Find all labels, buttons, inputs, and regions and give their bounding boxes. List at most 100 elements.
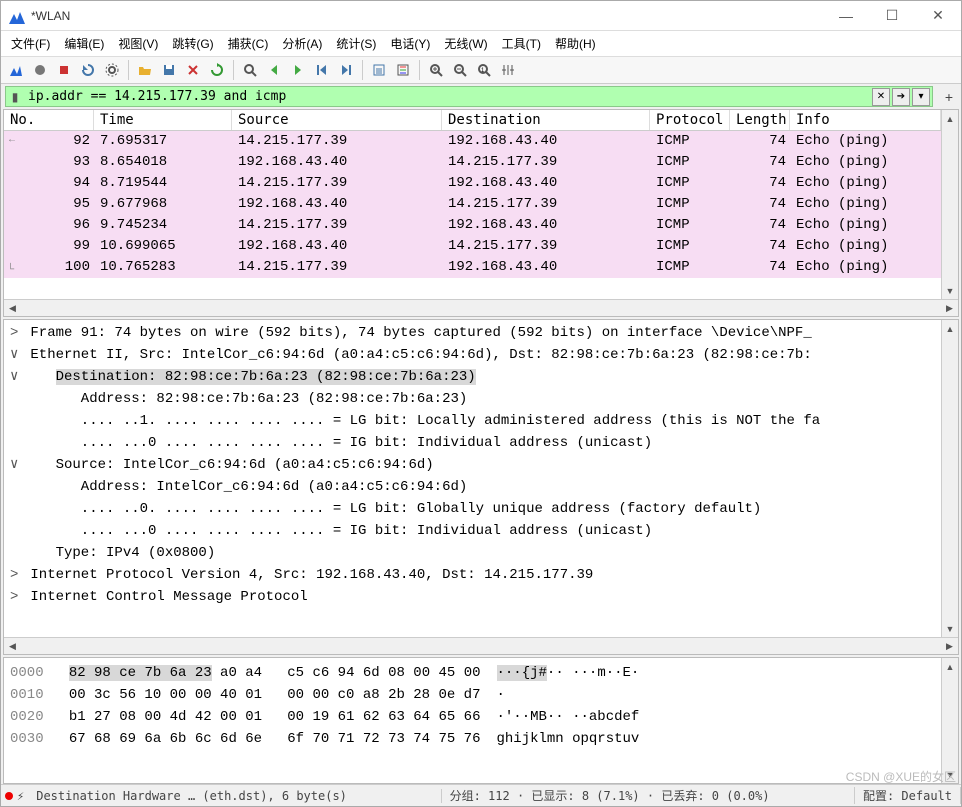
tree-toggle-icon[interactable]: ∨ (10, 344, 22, 366)
tree-toggle-icon[interactable] (10, 476, 22, 498)
save-button[interactable] (158, 59, 180, 81)
bytes-vscroll[interactable]: ▲▼ (941, 658, 958, 783)
tree-toggle-icon[interactable] (10, 542, 22, 564)
open-button[interactable] (134, 59, 156, 81)
tree-toggle-icon[interactable]: > (10, 564, 22, 586)
stop-button[interactable] (53, 59, 75, 81)
tree-line[interactable]: .... ...0 .... .... .... .... = IG bit: … (4, 520, 941, 542)
hex-row[interactable]: 0030 67 68 69 6a 6b 6c 6d 6e 6f 70 71 72… (10, 728, 935, 750)
filter-history-button[interactable]: ▾ (912, 88, 930, 106)
gear-icon (104, 62, 120, 78)
packet-row[interactable]: 938.654018192.168.43.4014.215.177.39ICMP… (4, 152, 941, 173)
packet-list-header[interactable]: No.TimeSourceDestinationProtocolLengthIn… (4, 110, 941, 131)
bookmark-icon[interactable]: ▮ (6, 90, 24, 104)
hex-row[interactable]: 0000 82 98 ce 7b 6a 23 a0 a4 c5 c6 94 6d… (10, 662, 935, 684)
menu-item-2[interactable]: 视图(V) (112, 33, 164, 54)
column-header-info[interactable]: Info (790, 110, 941, 130)
details-hscroll[interactable]: ◀▶ (4, 637, 958, 654)
packet-row[interactable]: 969.74523414.215.177.39192.168.43.40ICMP… (4, 215, 941, 236)
tree-toggle-icon[interactable] (10, 432, 22, 454)
packet-row[interactable]: 927.69531714.215.177.39192.168.43.40ICMP… (4, 131, 941, 152)
packet-row[interactable]: 10010.76528314.215.177.39192.168.43.40IC… (4, 257, 941, 278)
close-button[interactable] (182, 59, 204, 81)
tree-line[interactable]: Type: IPv4 (0x0800) (4, 542, 941, 564)
tree-line[interactable]: ∨ Destination: 82:98:ce:7b:6a:23 (82:98:… (4, 366, 941, 388)
tree-toggle-icon[interactable]: > (10, 586, 22, 608)
filter-clear-button[interactable]: ✕ (872, 88, 890, 106)
packet-list-hscroll[interactable]: ◀▶ (4, 299, 958, 316)
tree-line[interactable]: ∨ Ethernet II, Src: IntelCor_c6:94:6d (a… (4, 344, 941, 366)
tree-toggle-icon[interactable]: ∨ (10, 366, 22, 388)
packet-list-body[interactable]: ← └ 927.69531714.215.177.39192.168.43.40… (4, 131, 941, 299)
jump-end-button[interactable] (335, 59, 357, 81)
tree-line[interactable]: Address: 82:98:ce:7b:6a:23 (82:98:ce:7b:… (4, 388, 941, 410)
tree-line[interactable]: Address: IntelCor_c6:94:6d (a0:a4:c5:c6:… (4, 476, 941, 498)
tree-line[interactable]: .... ..1. .... .... .... .... = LG bit: … (4, 410, 941, 432)
capture-file-icon[interactable]: ⚡ (17, 789, 24, 803)
column-header-no[interactable]: No. (4, 110, 94, 130)
fin-icon (8, 62, 24, 78)
menu-item-6[interactable]: 统计(S) (330, 33, 382, 54)
colorize-icon (395, 62, 411, 78)
tree-toggle-icon[interactable] (10, 410, 22, 432)
expert-info-led-icon[interactable] (5, 792, 13, 800)
packet-row[interactable]: 948.71954414.215.177.39192.168.43.40ICMP… (4, 173, 941, 194)
packet-row[interactable]: 959.677968192.168.43.4014.215.177.39ICMP… (4, 194, 941, 215)
menu-item-8[interactable]: 无线(W) (438, 33, 493, 54)
add-filter-button[interactable]: + (941, 89, 957, 105)
menu-item-4[interactable]: 捕获(C) (222, 33, 275, 54)
find-button[interactable] (239, 59, 261, 81)
tree-line[interactable]: .... ...0 .... .... .... .... = IG bit: … (4, 432, 941, 454)
tree-toggle-icon[interactable] (10, 520, 22, 542)
start-button[interactable] (29, 59, 51, 81)
details-vscroll[interactable]: ▲▼ (941, 320, 958, 637)
column-header-protocol[interactable]: Protocol (650, 110, 730, 130)
tree-line[interactable]: > Internet Protocol Version 4, Src: 192.… (4, 564, 941, 586)
status-profile[interactable]: 配置: Default (855, 787, 961, 804)
tree-toggle-icon[interactable]: > (10, 322, 22, 344)
fin-button[interactable] (5, 59, 27, 81)
auto-scroll-button[interactable] (368, 59, 390, 81)
menu-item-5[interactable]: 分析(A) (276, 33, 328, 54)
menu-item-7[interactable]: 电话(Y) (384, 33, 436, 54)
back-button[interactable] (263, 59, 285, 81)
packet-details-tree[interactable]: > Frame 91: 74 bytes on wire (592 bits),… (4, 320, 941, 637)
packet-list-vscroll[interactable]: ▲▼ (941, 110, 958, 299)
fwd-button[interactable] (287, 59, 309, 81)
hex-row[interactable]: 0010 00 3c 56 10 00 00 40 01 00 00 c0 a8… (10, 684, 935, 706)
column-header-length[interactable]: Length (730, 110, 790, 130)
reload-button[interactable] (206, 59, 228, 81)
display-filter-input[interactable] (24, 87, 870, 106)
zoom-out-button[interactable] (449, 59, 471, 81)
colorize-button[interactable] (392, 59, 414, 81)
tree-line[interactable]: > Internet Control Message Protocol (4, 586, 941, 608)
tree-line[interactable]: > Frame 91: 74 bytes on wire (592 bits),… (4, 322, 941, 344)
filter-apply-button[interactable]: ➔ (892, 88, 910, 106)
gear-button[interactable] (101, 59, 123, 81)
menu-item-1[interactable]: 编辑(E) (58, 33, 110, 54)
jump-start-button[interactable] (311, 59, 333, 81)
close-button[interactable]: ✕ (915, 1, 961, 30)
stop-icon (56, 62, 72, 78)
menu-item-3[interactable]: 跳转(G) (166, 33, 219, 54)
menu-item-0[interactable]: 文件(F) (5, 33, 56, 54)
maximize-button[interactable]: ☐ (869, 1, 915, 30)
packet-row[interactable]: 9910.699065192.168.43.4014.215.177.39ICM… (4, 236, 941, 257)
tree-line[interactable]: .... ..0. .... .... .... .... = LG bit: … (4, 498, 941, 520)
tree-toggle-icon[interactable] (10, 388, 22, 410)
column-header-destination[interactable]: Destination (442, 110, 650, 130)
menu-item-10[interactable]: 帮助(H) (549, 33, 602, 54)
resize-cols-button[interactable] (497, 59, 519, 81)
hex-row[interactable]: 0020 b1 27 08 00 4d 42 00 01 00 19 61 62… (10, 706, 935, 728)
zoom-reset-button[interactable]: 1 (473, 59, 495, 81)
column-header-time[interactable]: Time (94, 110, 232, 130)
minimize-button[interactable]: — (823, 1, 869, 30)
column-header-source[interactable]: Source (232, 110, 442, 130)
zoom-in-button[interactable] (425, 59, 447, 81)
menu-item-9[interactable]: 工具(T) (496, 33, 547, 54)
restart-button[interactable] (77, 59, 99, 81)
tree-toggle-icon[interactable]: ∨ (10, 454, 22, 476)
packet-bytes-hex[interactable]: 0000 82 98 ce 7b 6a 23 a0 a4 c5 c6 94 6d… (4, 658, 941, 783)
tree-toggle-icon[interactable] (10, 498, 22, 520)
tree-line[interactable]: ∨ Source: IntelCor_c6:94:6d (a0:a4:c5:c6… (4, 454, 941, 476)
